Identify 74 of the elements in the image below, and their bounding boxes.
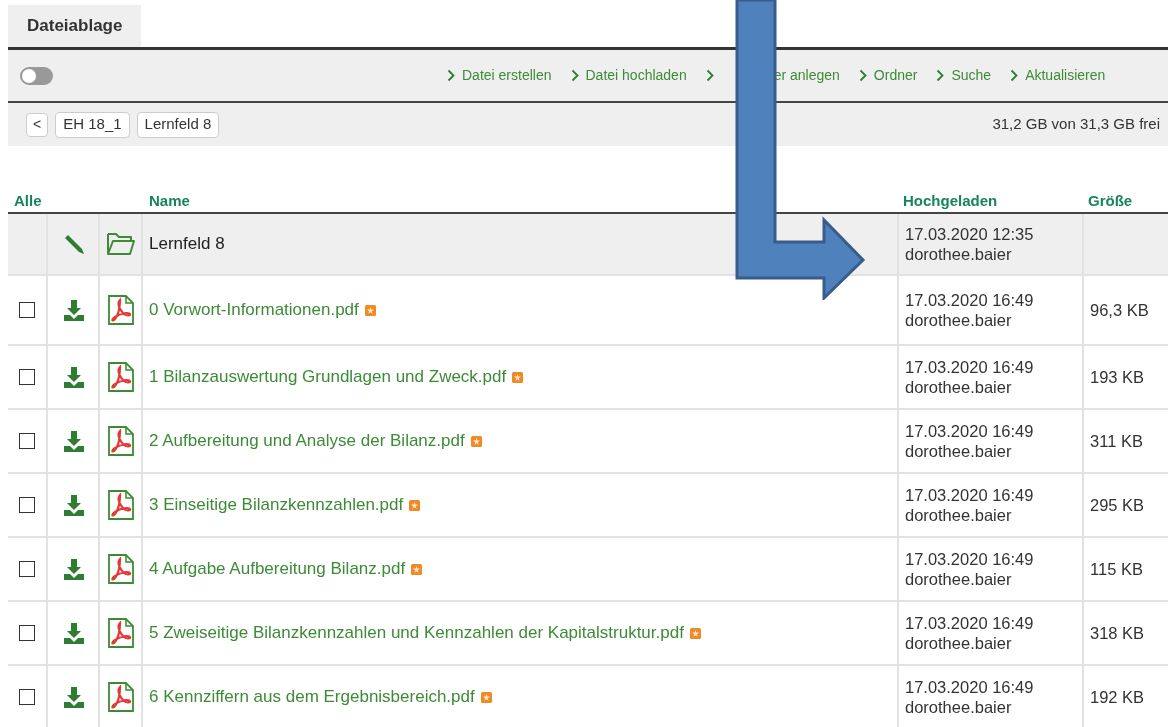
checkbox[interactable] [19,689,35,705]
file-link[interactable]: 1 Bilanzauswertung Grundlagen und Zweck.pdf [149,364,507,390]
folder-icon [105,231,136,257]
pdf-file-icon [106,618,135,648]
toolbar-link[interactable]: Datei erstellen [462,65,552,86]
column-header[interactable]: Hochgeladen [903,191,998,209]
column-header[interactable]: Name [149,191,190,209]
breadcrumb-item[interactable]: EH 18_1 [55,111,130,138]
file-size: 295 KB [1090,494,1145,516]
file-link[interactable]: 5 Zweiseitige Bilanzkennzahlen und Kennzahlen der Kapitalstruktur.pdf [149,620,684,646]
pdf-file-icon [106,426,135,456]
file-size: 96,3 KB [1090,299,1149,321]
file-link[interactable]: 6 Kennziffern aus dem Ergebnisbereich.pdf [149,684,475,710]
file-link[interactable]: 2 Aufbereitung und Analyse der Bilanz.pdf [149,428,465,454]
download-icon[interactable] [62,298,86,322]
checkbox[interactable] [19,625,35,641]
uploader-name: dorothee.baier [905,244,1013,264]
upload-date: 17.03.2020 16:49 [905,549,1035,569]
toolbar-link[interactable]: Datei hochladen [585,65,687,86]
file-link[interactable]: 0 Vorwort-Informationen.pdf [149,297,359,323]
uploader-name: dorothee.baier [905,441,1013,461]
pdf-file-icon [106,554,135,584]
file-size: 115 KB [1090,558,1143,580]
uploader-name: dorothee.baier [905,310,1013,330]
toolbar-link[interactable]: Suche [951,65,992,86]
file-size: 311 KB [1090,430,1143,452]
checkbox[interactable] [19,433,35,449]
file-link[interactable]: 3 Einseitige Bilanzkennzahlen.pdf [149,492,404,518]
chevron-icon [570,69,579,82]
uploader-name: dorothee.baier [905,633,1013,653]
file-size: 193 KB [1090,366,1145,388]
pdf-file-icon [106,682,135,712]
checkbox[interactable] [19,497,35,513]
pdf-file-icon [106,295,135,325]
upload-date: 17.03.2020 16:49 [905,290,1035,310]
download-icon[interactable] [62,493,86,517]
dateiablage-tab[interactable]: Dateiablage [8,5,142,47]
uploader-name: dorothee.baier [905,505,1013,525]
file-link[interactable]: 4 Aufgabe Aufbereitung Bilanz.pdf [149,556,406,582]
chevron-icon [447,69,455,82]
download-icon[interactable] [62,429,86,453]
upload-date: 17.03.2020 12:35 [905,224,1035,244]
toggle-switch[interactable] [20,66,53,85]
file-size: 318 KB [1090,622,1145,644]
upload-date: 17.03.2020 16:49 [905,357,1035,377]
checkbox[interactable] [19,302,35,318]
chevron-icon [1010,69,1019,82]
download-icon[interactable] [62,365,86,389]
toolbar-link[interactable]: Ordner [873,65,918,86]
pdf-file-icon [106,362,135,392]
checkbox[interactable] [19,561,35,577]
upload-date: 17.03.2020 16:49 [905,613,1035,633]
upload-date: 17.03.2020 16:49 [905,677,1035,697]
chevron-icon [705,69,714,82]
uploader-name: dorothee.baier [905,569,1013,589]
back-button[interactable]: < [26,112,49,137]
pdf-file-icon [106,490,135,520]
upload-date: 17.03.2020 16:49 [905,485,1035,505]
file-size: 192 KB [1090,686,1145,708]
select-all-link[interactable]: Alle [14,191,42,209]
download-icon[interactable] [62,557,86,581]
download-icon[interactable] [62,621,86,645]
toolbar-link[interactable]: Aktualisieren [1025,65,1106,86]
uploader-name: dorothee.baier [905,697,1013,717]
chevron-icon [858,69,867,82]
folder-name[interactable]: Lernfeld 8 [149,231,225,257]
chevron-icon [936,69,945,82]
uploader-name: dorothee.baier [905,377,1013,397]
upload-date: 17.03.2020 16:49 [905,421,1035,441]
storage-info: 31,2 GB von 31,3 GB frei [992,114,1160,135]
breadcrumb-item[interactable]: Lernfeld 8 [136,111,220,138]
download-icon[interactable] [62,685,86,709]
checkbox[interactable] [19,369,35,385]
column-header[interactable]: Größe [1088,191,1133,209]
